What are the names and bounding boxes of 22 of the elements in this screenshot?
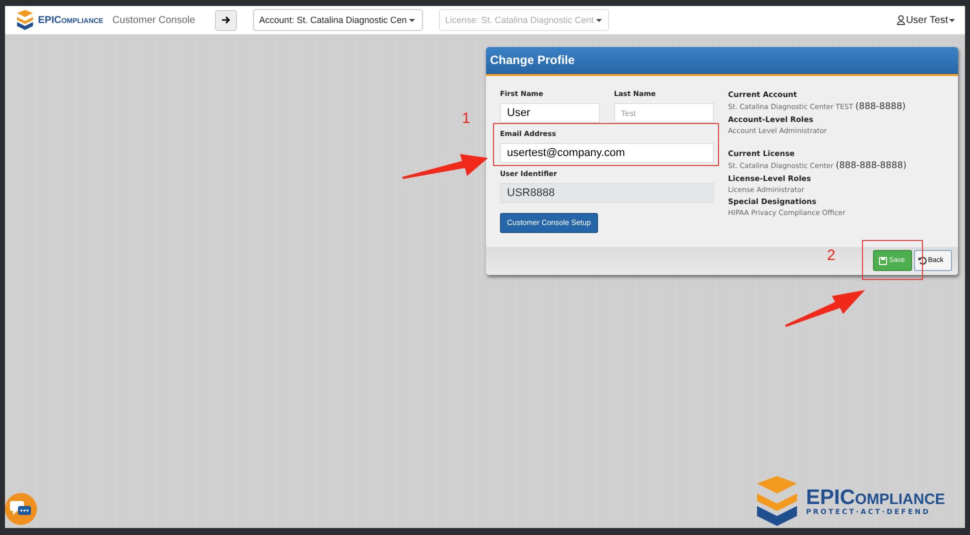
chat-icon (10, 500, 32, 518)
caret-icon (949, 18, 955, 22)
input-field[interactable]: Test (614, 103, 714, 123)
input-field[interactable]: User (500, 103, 600, 123)
arrow-button[interactable] (215, 10, 238, 30)
chat-button[interactable] (5, 493, 37, 525)
highlight-box (862, 240, 923, 280)
annotation-number: 1 (462, 110, 470, 127)
arrow-right-icon (221, 15, 232, 25)
account-dropdown[interactable]: Account: St. Catalina Diagnostic Cen (253, 9, 424, 31)
annotation-number: 2 (827, 247, 836, 264)
app-title: Customer Console (112, 14, 196, 26)
caret-icon (596, 18, 602, 22)
logo-icon (15, 10, 35, 30)
brand-logo-text: EPICompliance (38, 14, 104, 26)
user-icon (896, 15, 905, 25)
caret-icon (408, 18, 415, 22)
undo-icon (918, 256, 927, 265)
input-field[interactable]: usertest@company.com (500, 143, 714, 163)
brand-logo-text: EPICompliance (806, 486, 946, 508)
user-menu[interactable]: User Test (896, 14, 955, 26)
dialog-title: Change Profile (486, 47, 958, 76)
